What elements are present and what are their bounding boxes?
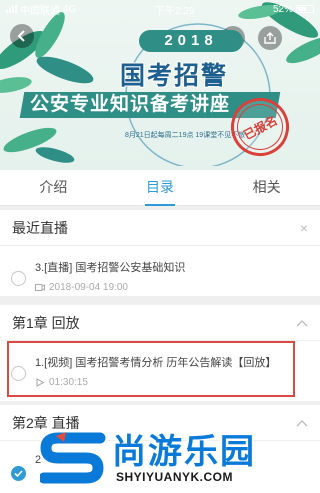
section-title: 最近直播 xyxy=(12,219,68,236)
watermark-s-logo xyxy=(40,432,106,484)
lesson-title: 3.[直播] 国考招警公安基础知识 xyxy=(35,262,186,274)
signal-icon xyxy=(6,5,17,13)
video-camera-icon xyxy=(35,284,45,291)
banner-date-line: 8月21日起每周二19点 19课堂不见不散 xyxy=(125,132,246,139)
highlight-box xyxy=(7,341,295,397)
share-icon xyxy=(264,32,276,44)
lesson-time: 2018-09-04 19:00 xyxy=(49,282,128,293)
course-banner: 中国联通 4G 下午2:29 52% 2018 国考招警 公安专业知识备考讲座 … xyxy=(0,0,320,170)
battery-percent: 52% xyxy=(272,3,293,15)
chevron-up-icon[interactable] xyxy=(296,319,308,327)
tab-intro[interactable]: 介绍 xyxy=(0,170,107,205)
year-badge: 2018 xyxy=(139,30,243,52)
status-bar: 中国联通 4G 下午2:29 52% xyxy=(0,0,320,18)
lesson-radio[interactable] xyxy=(11,271,26,286)
clock: 下午2:29 xyxy=(154,5,195,17)
close-icon[interactable]: × xyxy=(300,220,308,236)
lesson-meta: 2018-09-04 19:00 xyxy=(35,282,128,293)
back-button[interactable] xyxy=(10,24,34,48)
back-arrow-icon xyxy=(17,30,25,42)
banner-title: 国考招警 xyxy=(120,62,229,90)
chapter-title: 第1章 回放 xyxy=(12,314,80,331)
network-label: 4G xyxy=(63,3,77,15)
banner-subtitle: 公安专业知识备考讲座 xyxy=(30,94,231,115)
battery-icon xyxy=(295,5,314,13)
share-button[interactable] xyxy=(258,26,282,50)
tab-catalog[interactable]: 目录 xyxy=(107,170,214,206)
carrier-label: 中国联通 xyxy=(20,5,60,17)
course-tabs: 介绍 目录 相关 xyxy=(0,170,320,206)
list-item[interactable]: 3.[直播] 国考招警公安基础知识 2018-09-04 19:00 xyxy=(0,246,320,304)
leaf-decoration xyxy=(3,127,75,163)
tab-related[interactable]: 相关 xyxy=(213,170,320,205)
recent-live-section: 最近直播 × 3.[直播] 国考招警公安基础知识 2018-09-04 19:0… xyxy=(0,210,320,296)
watermark-url: SHYIYUANYK.COM xyxy=(116,470,234,484)
watermark-name: 尚游乐园 xyxy=(112,433,256,471)
